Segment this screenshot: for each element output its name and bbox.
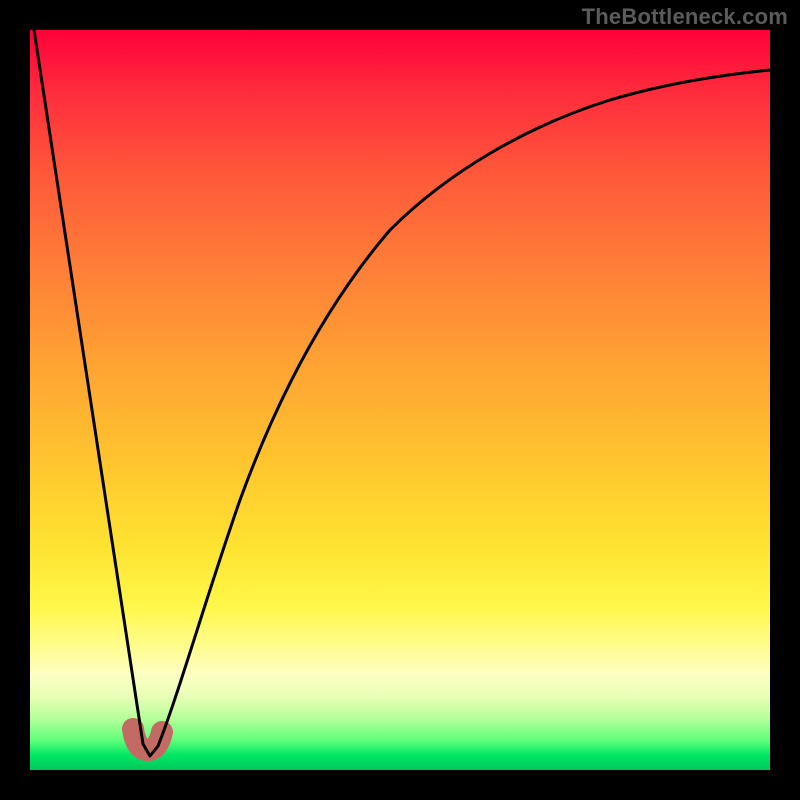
watermark-text: TheBottleneck.com [582, 4, 788, 30]
curve-svg [30, 30, 770, 770]
plot-area [30, 30, 770, 770]
bottleneck-curve [34, 30, 770, 756]
chart-frame: TheBottleneck.com [0, 0, 800, 800]
